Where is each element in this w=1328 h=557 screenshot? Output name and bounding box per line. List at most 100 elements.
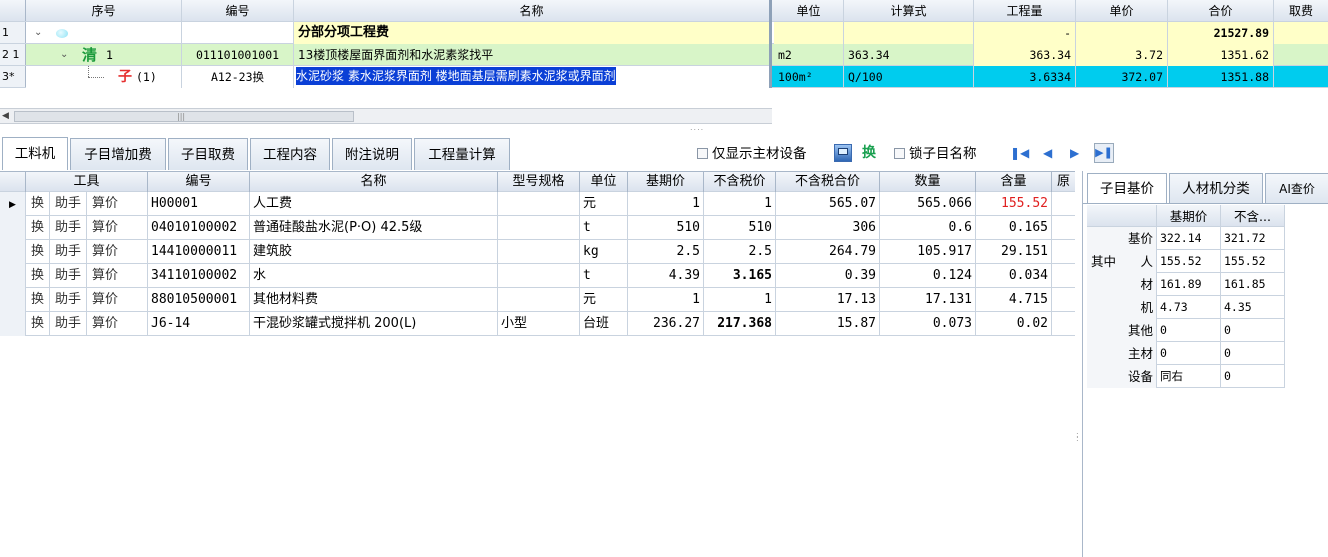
- notax-value[interactable]: 321.72: [1221, 227, 1285, 250]
- header-name[interactable]: 名称: [250, 172, 498, 192]
- content-cell[interactable]: 0.034: [976, 264, 1052, 288]
- header-notax[interactable]: 不含...: [1221, 205, 1285, 227]
- base-cell[interactable]: 1: [628, 192, 704, 216]
- header-notax-total[interactable]: 不含税合价: [776, 172, 880, 192]
- tree-cell[interactable]: ⌄: [26, 22, 182, 44]
- checkbox-icon[interactable]: [894, 148, 905, 159]
- orig-cell[interactable]: [1052, 192, 1075, 216]
- scroll-left-icon[interactable]: ◀: [2, 109, 9, 123]
- content-cell[interactable]: 4.715: [976, 288, 1052, 312]
- base-value[interactable]: 4.73: [1157, 296, 1221, 319]
- spec-cell[interactable]: [498, 288, 580, 312]
- notax-cell[interactable]: 2.5: [704, 240, 776, 264]
- tab-sub-item-surcharge[interactable]: 子目增加费: [70, 138, 166, 170]
- header-formula[interactable]: 计算式: [844, 0, 974, 22]
- base-cell[interactable]: 4.39: [628, 264, 704, 288]
- orig-cell[interactable]: [1052, 264, 1075, 288]
- helper-button[interactable]: 助手: [50, 288, 88, 312]
- table-row[interactable]: 换助手 算价 34110100002 水 t 4.39 3.165 0.39 0.124 0.03…: [0, 264, 1075, 288]
- spec-cell[interactable]: 小型: [498, 312, 580, 336]
- fee-cell[interactable]: [1274, 22, 1328, 44]
- table-row[interactable]: ▶ 换助手 算价 H00001 人工费元 1 1 565.07 565.066 155.52: [0, 192, 1075, 216]
- swap-button[interactable]: 换: [26, 192, 51, 216]
- next-record-button[interactable]: ▶: [1070, 144, 1079, 162]
- monitor-button[interactable]: [834, 144, 852, 162]
- price-cell[interactable]: 372.07: [1076, 66, 1168, 88]
- row-indicator[interactable]: [0, 216, 26, 240]
- header-base[interactable]: 基期价: [1157, 205, 1221, 227]
- total-cell[interactable]: 1351.62: [1168, 44, 1274, 66]
- header-base-price[interactable]: 基期价: [628, 172, 704, 192]
- calc-price-button[interactable]: 算价: [87, 216, 123, 240]
- fee-cell[interactable]: [1274, 66, 1328, 88]
- qty-cell[interactable]: 0.6: [880, 216, 976, 240]
- swap-button[interactable]: 换: [26, 312, 51, 336]
- scrollbar-thumb[interactable]: |||: [14, 111, 354, 122]
- code-cell[interactable]: 34110100002: [148, 264, 250, 288]
- price-row[interactable]: 设备 同右 0: [1087, 365, 1285, 388]
- tab-sub-item-base[interactable]: 子目基价: [1087, 173, 1167, 203]
- orig-cell[interactable]: [1052, 288, 1075, 312]
- content-cell[interactable]: 0.02: [976, 312, 1052, 336]
- unit-cell[interactable]: m2: [774, 44, 844, 66]
- header-code[interactable]: 编号: [148, 172, 250, 192]
- notax-value[interactable]: 0: [1221, 342, 1285, 365]
- prev-record-button[interactable]: ◀: [1043, 144, 1052, 162]
- notax-value[interactable]: 161.85: [1221, 273, 1285, 296]
- calc-price-button[interactable]: 算价: [87, 240, 123, 264]
- qty-cell[interactable]: 363.34: [974, 44, 1076, 66]
- qty-cell[interactable]: 565.066: [880, 192, 976, 216]
- header-content[interactable]: 含量: [976, 172, 1052, 192]
- name-cell[interactable]: 普通硅酸盐水泥(P·O) 42.5级: [250, 216, 498, 240]
- tab-resource-category[interactable]: 人材机分类: [1169, 173, 1263, 203]
- panel-splitter[interactable]: ....: [0, 124, 1328, 138]
- row-indicator[interactable]: [0, 240, 26, 264]
- table-row[interactable]: 换助手 算价 J6-14 干混砂浆罐式搅拌机 200(L) 小型 台班 236.27 217.…: [0, 312, 1075, 336]
- total-cell[interactable]: 21527.89: [1168, 22, 1274, 44]
- header-fee[interactable]: 取费: [1274, 0, 1328, 22]
- notax-total-cell[interactable]: 565.07: [776, 192, 880, 216]
- selected-name-text[interactable]: 水泥砂浆 素水泥浆界面剂 楼地面基层需刷素水泥浆或界面剂: [296, 67, 616, 85]
- unit-cell[interactable]: [774, 22, 844, 44]
- row-indicator[interactable]: ▶: [0, 192, 26, 216]
- tab-labor-material-machine[interactable]: 工料机: [2, 137, 68, 170]
- price-row[interactable]: 材 161.89 161.85: [1087, 273, 1285, 296]
- header-code[interactable]: 编号: [182, 0, 294, 22]
- price-row[interactable]: 其中 人 155.52 155.52: [1087, 250, 1285, 273]
- swap-button[interactable]: 换: [26, 240, 51, 264]
- chevron-down-icon[interactable]: ⌄: [60, 44, 68, 66]
- header-unit[interactable]: 单位: [580, 172, 628, 192]
- notax-cell[interactable]: 217.368: [704, 312, 776, 336]
- orig-cell[interactable]: [1052, 216, 1075, 240]
- horizontal-scrollbar[interactable]: ◀ |||: [0, 108, 772, 124]
- code-cell[interactable]: 88010500001: [148, 288, 250, 312]
- qty-cell[interactable]: -: [974, 22, 1076, 44]
- formula-cell[interactable]: 363.34: [844, 44, 974, 66]
- header-spec[interactable]: 型号规格: [498, 172, 580, 192]
- header-price[interactable]: 单价: [1076, 0, 1168, 22]
- base-value[interactable]: 0: [1157, 319, 1221, 342]
- base-value[interactable]: 322.14: [1157, 227, 1221, 250]
- helper-button[interactable]: 助手: [50, 192, 88, 216]
- qty-cell[interactable]: 105.917: [880, 240, 976, 264]
- notax-total-cell[interactable]: 306: [776, 216, 880, 240]
- row-indicator[interactable]: [0, 312, 26, 336]
- content-cell[interactable]: 0.165: [976, 216, 1052, 240]
- name-cell[interactable]: 人工费: [250, 192, 498, 216]
- table-row[interactable]: 换助手 算价 88010500001 其他材料费元 1 1 17.13 17.131 4.715: [0, 288, 1075, 312]
- orig-cell[interactable]: [1052, 240, 1075, 264]
- price-row[interactable]: 主材 0 0: [1087, 342, 1285, 365]
- qty-cell[interactable]: 17.131: [880, 288, 976, 312]
- swap-button[interactable]: 换: [26, 264, 51, 288]
- qty-cell[interactable]: 3.6334: [974, 66, 1076, 88]
- header-notax-price[interactable]: 不含税价: [704, 172, 776, 192]
- content-cell[interactable]: 155.52: [976, 192, 1052, 216]
- name-cell[interactable]: 13楼顶楼屋面界面剂和水泥素浆找平: [294, 44, 772, 66]
- lock-name-checkbox[interactable]: 锁子目名称: [894, 145, 977, 163]
- fee-cell[interactable]: [1274, 44, 1328, 66]
- notax-value[interactable]: 0: [1221, 319, 1285, 342]
- table-row[interactable]: 换助手 算价 04010100002 普通硅酸盐水泥(P·O) 42.5级 t 510 51…: [0, 216, 1075, 240]
- unit-cell[interactable]: t: [580, 216, 628, 240]
- helper-button[interactable]: 助手: [50, 240, 88, 264]
- swap-button[interactable]: 换: [26, 288, 51, 312]
